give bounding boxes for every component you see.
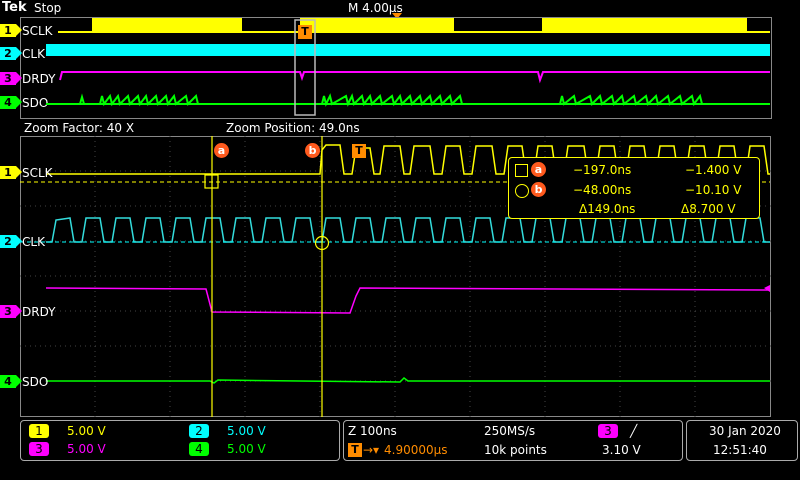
ch3-scale: 5.00 V xyxy=(67,442,106,456)
datetime-panel: 30 Jan 2020 12:51:40 xyxy=(686,420,798,461)
cursor-readout-panel: a −197.0ns −1.400 V b −48.00ns −10.10 V … xyxy=(508,157,760,219)
trigger-delay-icon: T xyxy=(348,443,362,457)
cursor-b-readout-badge: b xyxy=(531,182,546,197)
ch1-scale-chip[interactable]: 1 xyxy=(29,424,49,438)
zoom-ch4-marker-icon[interactable]: 4 xyxy=(0,375,22,388)
zoom-trigger-icon: T xyxy=(352,144,366,158)
zoom-ch1-marker-icon[interactable]: 1 xyxy=(0,166,22,179)
ch3-scale-chip[interactable]: 3 xyxy=(29,442,49,456)
ch4-scale-chip[interactable]: 4 xyxy=(189,442,209,456)
acquisition-panel: Z 100ns 250MS/s 3 ╱ T →▾ 4.90000µs 10k p… xyxy=(343,420,683,461)
cursor-a-volt: −1.400 V xyxy=(685,163,742,177)
cursor-a-readout-badge: a xyxy=(531,162,546,177)
zoom-ch2-label: CLK xyxy=(22,235,45,249)
date: 30 Jan 2020 xyxy=(709,424,781,438)
record-length: 10k points xyxy=(484,443,547,457)
trigger-delay: 4.90000µs xyxy=(384,443,448,457)
zoom-clk-trace xyxy=(46,217,770,243)
ch2-scale: 5.00 V xyxy=(227,424,266,438)
zoom-drdy-trace xyxy=(45,287,771,314)
zoom-waveforms xyxy=(20,136,771,417)
trigger-delay-arrow-icon: →▾ xyxy=(363,443,380,457)
cursor-b-time: −48.00ns xyxy=(573,183,632,197)
time: 12:51:40 xyxy=(713,443,767,457)
zoom-ch4-label: SDO xyxy=(22,375,49,389)
cursor-b-volt: −10.10 V xyxy=(685,183,742,197)
cursor-a-square-icon xyxy=(515,164,528,177)
cursor-a-badge[interactable]: a xyxy=(214,143,229,158)
cursor-delta-time: Δ149.0ns xyxy=(579,202,636,216)
zoom-ch3-label: DRDY xyxy=(22,305,56,319)
ch2-scale-chip[interactable]: 2 xyxy=(189,424,209,438)
trigger-level: 3.10 V xyxy=(602,443,641,457)
trigger-slope-icon: ╱ xyxy=(630,424,638,438)
ch4-scale: 5.00 V xyxy=(227,442,266,456)
cursor-b-badge[interactable]: b xyxy=(305,143,320,158)
cursor-delta-volt: Δ8.700 V xyxy=(681,202,736,216)
sample-rate: 250MS/s xyxy=(484,424,536,438)
channel-scale-panel: 1 5.00 V 2 5.00 V 3 5.00 V 4 5.00 V xyxy=(20,420,340,461)
cursor-a-time: −197.0ns xyxy=(573,163,632,177)
cursor-b-circle-icon xyxy=(515,184,529,198)
ch1-scale: 5.00 V xyxy=(67,424,106,438)
zoom-ch2-marker-icon[interactable]: 2 xyxy=(0,235,22,248)
zoom-ch1-label: SCLK xyxy=(22,166,53,180)
zoom-sdo-trace xyxy=(46,377,770,384)
zoom-ch3-marker-icon[interactable]: 3 xyxy=(0,305,22,318)
trigger-channel-chip[interactable]: 3 xyxy=(598,424,618,438)
ch3-right-marker xyxy=(764,285,770,292)
zoom-scale: Z 100ns xyxy=(348,424,397,438)
